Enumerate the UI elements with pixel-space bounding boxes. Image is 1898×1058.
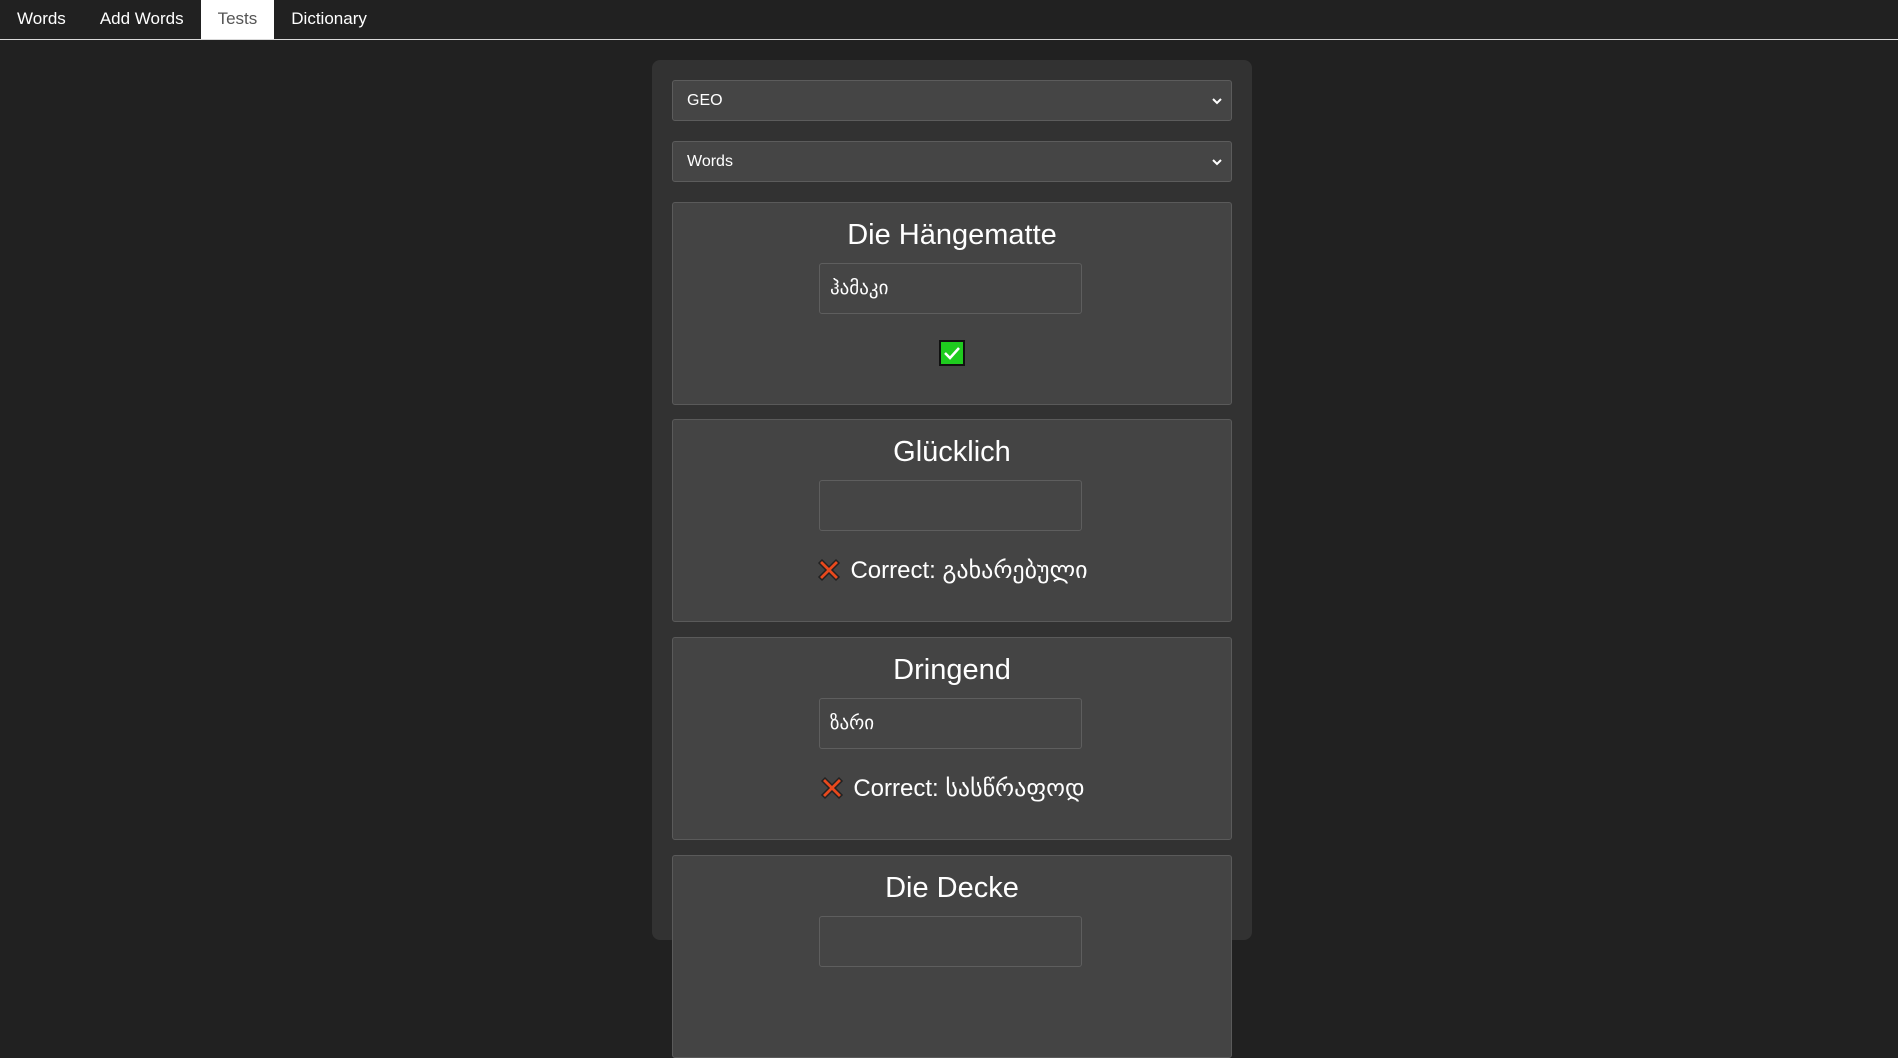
chevron-down-icon <box>1212 159 1222 166</box>
answer-input[interactable]: ჰამაკი <box>819 263 1082 314</box>
result-row <box>673 338 1231 368</box>
top-tab-bar: Words Add Words Tests Dictionary <box>0 0 1898 40</box>
answer-input[interactable] <box>819 916 1082 967</box>
language-select[interactable]: GEO <box>672 80 1232 121</box>
mode-select-value: Words <box>687 153 733 170</box>
cross-icon <box>818 558 841 582</box>
answer-input[interactable]: ზარი <box>819 698 1082 749</box>
language-select-value: GEO <box>687 92 723 109</box>
correct-answer-text: Correct: გახარებული <box>850 556 1088 584</box>
test-word: Die Decke <box>885 872 1019 904</box>
tab-dictionary[interactable]: Dictionary <box>274 0 384 39</box>
test-word: Glücklich <box>893 436 1011 468</box>
test-word: Dringend <box>893 654 1011 686</box>
mode-select[interactable]: Words <box>672 141 1232 182</box>
result-row: Correct: სასწრაფოდ <box>673 773 1231 803</box>
answer-input[interactable] <box>819 480 1082 531</box>
test-word: Die Hängematte <box>847 219 1057 251</box>
test-card: Die Hängematte ჰამაკი <box>672 202 1232 405</box>
test-card: Dringend ზარი Correct: სასწრაფოდ <box>672 637 1232 840</box>
test-panel: GEO Words Die Hängematte ჰამაკი Glücklic… <box>652 60 1252 1058</box>
tab-tests[interactable]: Tests <box>200 0 275 39</box>
cross-icon <box>821 776 844 800</box>
test-card: Glücklich Correct: გახარებული <box>672 419 1232 622</box>
correct-answer-text: Correct: სასწრაფოდ <box>853 774 1085 802</box>
check-icon <box>939 340 965 366</box>
test-card: Die Decke <box>672 855 1232 1058</box>
tab-add-words[interactable]: Add Words <box>83 0 201 39</box>
tab-words[interactable]: Words <box>0 0 83 39</box>
result-row: Correct: გახარებული <box>673 555 1231 585</box>
chevron-down-icon <box>1212 98 1222 105</box>
